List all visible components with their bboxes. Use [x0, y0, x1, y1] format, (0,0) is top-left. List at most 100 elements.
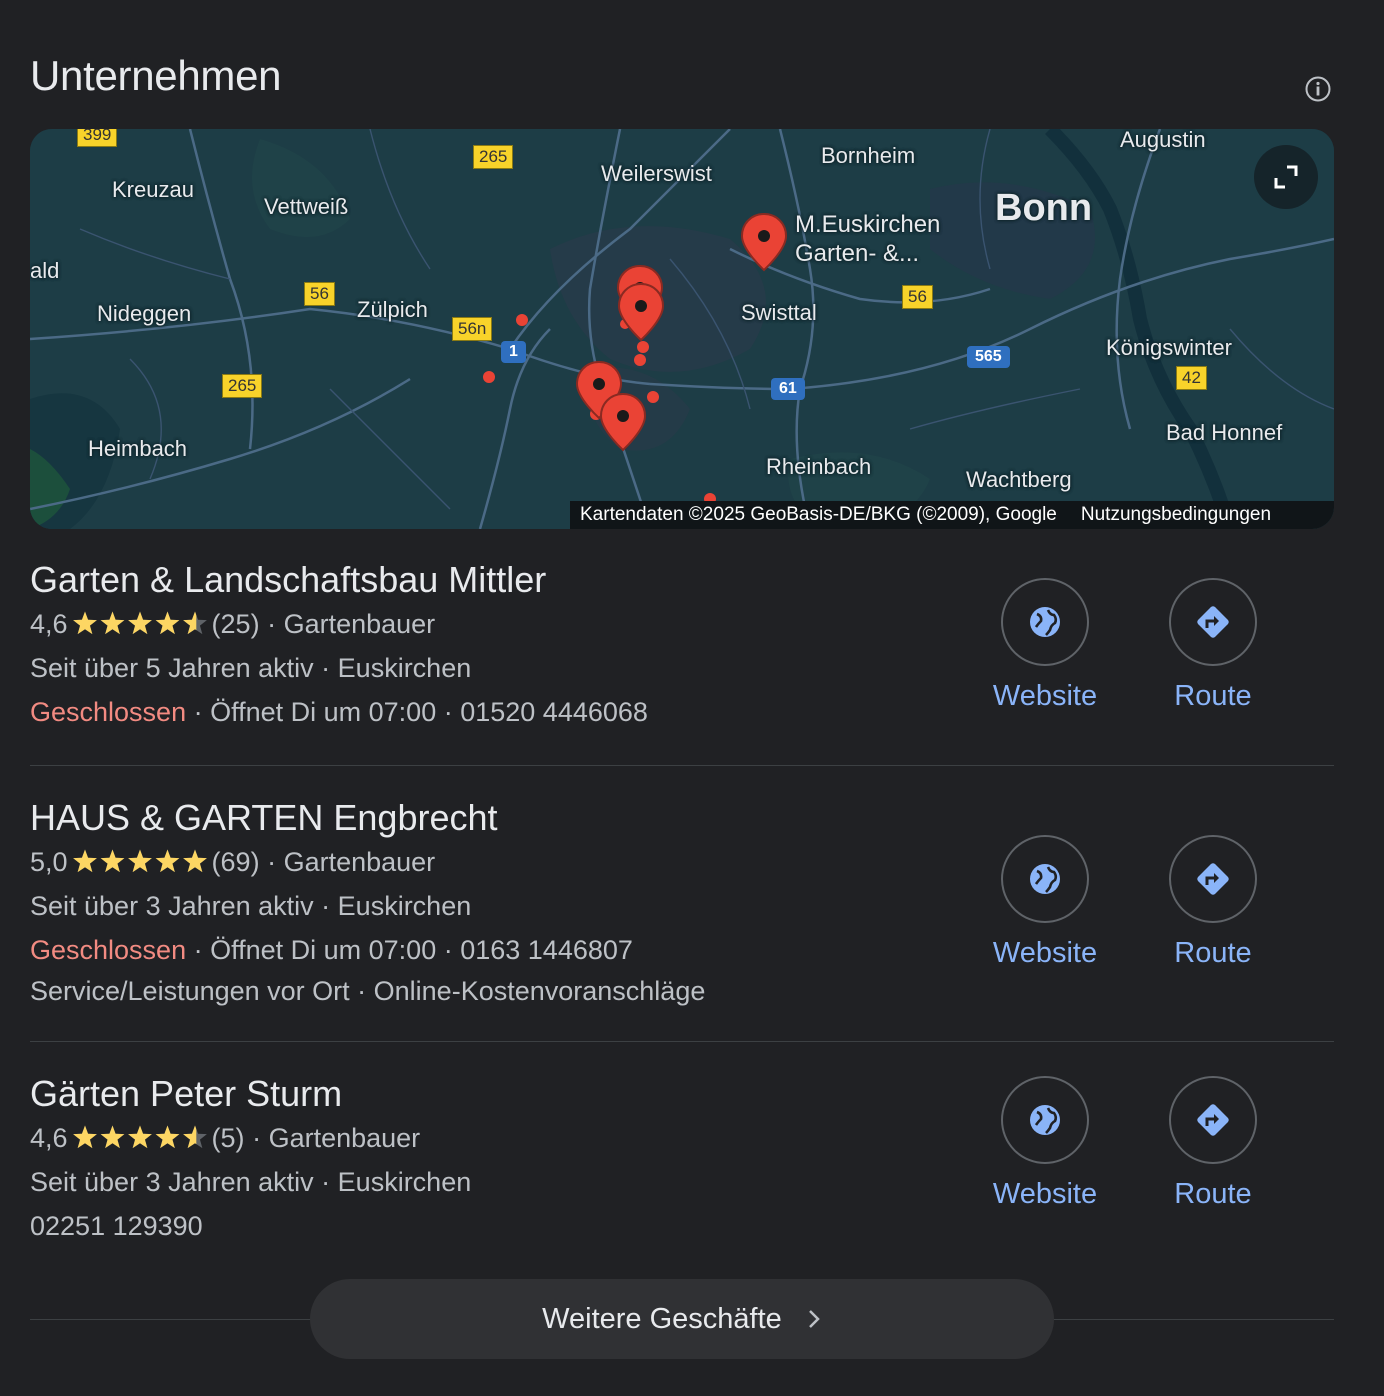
map-attribution: Kartendaten ©2025 GeoBasis-DE/BKG (©2009…: [580, 504, 1057, 525]
terms-link[interactable]: Nutzungsbedingungen: [1081, 504, 1271, 526]
review-count[interactable]: (25): [212, 609, 260, 639]
expand-map-button[interactable]: [1254, 145, 1318, 209]
place-label: Kreuzau: [112, 177, 194, 202]
star-filled: [100, 1125, 124, 1148]
place-label: Heimbach: [88, 436, 188, 461]
road-shield: 1: [501, 341, 526, 363]
map[interactable]: Kreuzau Vettweiß Weilerswist Bornheim Au…: [30, 129, 1334, 529]
place-label: ald: [30, 258, 60, 283]
place-label: Swisttal: [741, 300, 817, 325]
website-button[interactable]: Website: [970, 835, 1120, 970]
open-status: Geschlossen: [30, 697, 187, 727]
website-label: Website: [992, 937, 1098, 969]
globe-icon: [1030, 1105, 1060, 1135]
road-shield: 399: [77, 129, 118, 147]
star-filled: [100, 611, 124, 634]
open-status: Geschlossen: [30, 935, 187, 965]
business-listing[interactable]: Gärten Peter Sturm 4,6 (5) · Gartenbauer …: [30, 1072, 1334, 1262]
business-listing[interactable]: Garten & Landschaftsbau Mittler 4,6 (25) …: [30, 558, 1334, 758]
pin-label: M.Euskirchen Garten- &...: [795, 210, 940, 268]
globe-icon: [1030, 607, 1060, 637]
years-active: Seit über 5 Jahren aktiv: [30, 653, 314, 683]
star-rating: [72, 611, 207, 634]
star-filled: [72, 1125, 97, 1148]
category: Gartenbauer: [283, 609, 436, 639]
divider: [30, 765, 1334, 766]
directions-icon: [1197, 1104, 1229, 1136]
road-shield: 61: [771, 378, 805, 400]
road-shield: 265: [473, 145, 514, 169]
star-filled: [155, 1125, 179, 1148]
business-name[interactable]: HAUS & GARTEN Engbrecht: [30, 796, 1334, 840]
rating-value: 4,6: [30, 1123, 68, 1153]
more-businesses-label: Weitere Geschäfte: [542, 1302, 782, 1335]
route-label: Route: [1174, 1178, 1252, 1210]
place-label: Bad Honnef: [1166, 420, 1283, 445]
road-shield: 565: [967, 346, 1010, 368]
category: Gartenbauer: [268, 1123, 421, 1153]
info-icon[interactable]: [1304, 75, 1332, 103]
expand-icon: [1274, 165, 1298, 189]
place-label: Vettweiß: [264, 194, 349, 219]
star-filled: [155, 611, 179, 634]
route-button[interactable]: Route: [1138, 1076, 1288, 1211]
city: Euskirchen: [337, 1167, 472, 1197]
directions-icon: [1197, 863, 1229, 895]
place-label: Bornheim: [821, 143, 916, 168]
rating-value: 5,0: [30, 847, 68, 877]
star-filled: [182, 849, 207, 872]
map-pin[interactable]: [739, 212, 789, 274]
map-attribution-bar: Kartendaten ©2025 GeoBasis-DE/BKG (©2009…: [570, 501, 1334, 529]
place-label: Bonn: [995, 187, 1093, 229]
years-active: Seit über 3 Jahren aktiv: [30, 891, 314, 921]
pin-label-line: Garten- &...: [795, 240, 920, 267]
star-rating: [72, 1125, 207, 1148]
category: Gartenbauer: [283, 847, 436, 877]
map-pin[interactable]: [616, 282, 666, 344]
place-label: Rheinbach: [766, 454, 872, 479]
more-businesses-button[interactable]: Weitere Geschäfte: [310, 1279, 1054, 1359]
phone-number[interactable]: 01520 4446068: [460, 697, 648, 727]
road-shield: 56n: [452, 317, 493, 341]
route-label: Route: [1174, 680, 1252, 712]
pin-label-line: M.Euskirchen: [795, 211, 941, 238]
road-shield: 265: [222, 374, 263, 398]
star-filled: [127, 611, 152, 634]
route-button[interactable]: Route: [1138, 835, 1288, 970]
place-label: Königswinter: [1106, 335, 1232, 360]
website-button[interactable]: Website: [970, 578, 1120, 713]
star-filled: [127, 1125, 152, 1148]
website-label: Website: [992, 1178, 1098, 1210]
review-count[interactable]: (69): [212, 847, 260, 877]
city: Euskirchen: [337, 891, 472, 921]
place-label: Augustin: [1120, 129, 1206, 152]
phone-number[interactable]: 02251 129390: [30, 1211, 203, 1241]
map-pin[interactable]: [598, 392, 648, 454]
review-count[interactable]: (5): [212, 1123, 245, 1153]
star-rating: [72, 849, 207, 872]
star-filled: [127, 849, 152, 872]
place-label: Zülpich: [357, 297, 428, 322]
star-filled: [155, 849, 179, 872]
directions-icon: [1197, 606, 1229, 638]
road-shield: 42: [1176, 366, 1207, 390]
online-estimates: Online-Kostenvoranschläge: [373, 976, 706, 1006]
globe-icon: [1030, 864, 1060, 894]
website-button[interactable]: Website: [970, 1076, 1120, 1211]
map-background: [30, 129, 1334, 529]
opening-time: Öffnet Di um 07:00: [210, 935, 437, 965]
route-button[interactable]: Route: [1138, 578, 1288, 713]
website-label: Website: [992, 680, 1098, 712]
road-shield: 56: [304, 282, 335, 306]
service-onsite: Service/Leistungen vor Ort: [30, 976, 350, 1006]
opening-time: Öffnet Di um 07:00: [210, 697, 437, 727]
chevron-right-icon: [808, 1310, 820, 1328]
services-line: Service/Leistungen vor Ort · Online-Kost…: [30, 976, 706, 1006]
rating-value: 4,6: [30, 609, 68, 639]
route-label: Route: [1174, 937, 1252, 969]
phone-number[interactable]: 0163 1446807: [460, 935, 633, 965]
divider: [30, 1041, 1334, 1042]
star-filled: [72, 849, 97, 872]
business-listing[interactable]: HAUS & GARTEN Engbrecht 5,0 (69) · Garten…: [30, 796, 1334, 1036]
place-label: Wachtberg: [966, 467, 1072, 492]
